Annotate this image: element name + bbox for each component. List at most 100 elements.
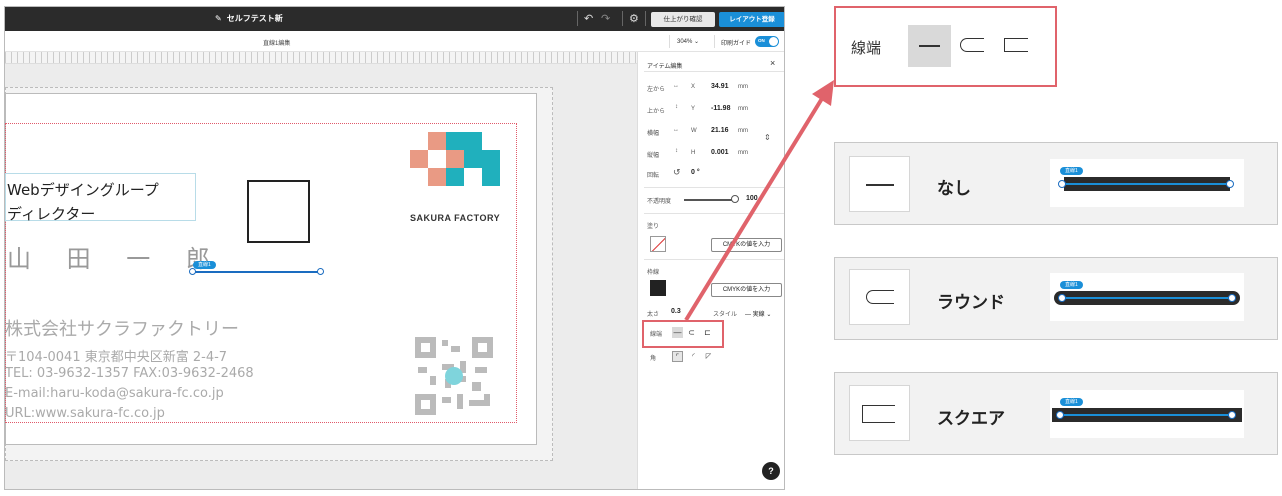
zoom-select[interactable]: 304% ⌄ — [677, 38, 699, 45]
cap-none-button[interactable]: — — [672, 327, 683, 338]
register-layout-button[interactable]: レイアウト登録 — [719, 12, 784, 27]
preview-button[interactable]: 仕上がり確認 — [651, 12, 715, 27]
preview-handle-end — [1228, 294, 1236, 302]
line-cap-label: 線端 — [650, 332, 663, 338]
chevron-down-icon: ⌄ — [766, 312, 772, 318]
preview-line-tag: 直線1 — [1060, 167, 1083, 175]
width-unit: mm — [738, 128, 748, 134]
fill-cmyk-button[interactable]: CMYKの値を入力 — [711, 238, 782, 252]
thickness-label: 太さ — [647, 312, 660, 318]
rotate-icon: ↺ — [673, 167, 681, 177]
opacity-label: 不透明度 — [647, 199, 672, 205]
corner-round-button[interactable]: ◜ — [688, 351, 699, 362]
sakura-factory-logo[interactable] — [410, 132, 500, 196]
gear-icon[interactable]: ⚙ — [629, 12, 639, 25]
option-round-label: ラウンド — [937, 293, 1005, 312]
undo-icon[interactable]: ↶ — [584, 12, 593, 25]
vertical-arrow-icon: ↕ — [675, 148, 678, 154]
link-aspect-icon[interactable]: ⇕ — [764, 133, 771, 142]
card-address[interactable]: 〒104-0041 東京都中央区新富 2-4-7 — [5, 346, 227, 365]
height-unit: mm — [738, 150, 748, 156]
x-unit: mm — [738, 84, 748, 90]
square-cap-icon — [1004, 38, 1028, 52]
line-handle-start[interactable] — [189, 268, 196, 275]
print-guide-toggle[interactable]: ON — [755, 36, 779, 47]
width-axis: W — [691, 128, 697, 134]
sub-bar: 直線1編集 304% ⌄ 印刷ガイド ON — [5, 31, 784, 52]
corner-bevel-button[interactable]: ◸ — [703, 351, 714, 362]
preview-line-path — [1062, 297, 1232, 299]
line-tag: 直線1 — [193, 261, 216, 269]
document-title[interactable]: ✎ セルフテスト新 — [215, 13, 283, 24]
top-bar: ✎ セルフテスト新 ↶ ↷ ⚙ 仕上がり確認 レイアウト登録 — [5, 7, 784, 31]
horizontal-arrow-icon: ↔ — [673, 83, 679, 89]
x-value[interactable]: 34.91 — [711, 83, 729, 90]
round-cap-icon — [960, 38, 984, 52]
corner-label: 角 — [650, 356, 657, 362]
option-none-icon — [849, 156, 910, 212]
chevron-down-icon: ⌄ — [694, 39, 700, 45]
card-tel[interactable]: TEL: 03-9632-1357 FAX:03-9632-2468 — [5, 366, 254, 381]
cap-square-button[interactable]: ⊏ — [702, 327, 713, 338]
panel-title: アイテム編集 — [647, 64, 683, 70]
toggle-knob — [769, 37, 778, 46]
line-handle-end[interactable] — [317, 268, 324, 275]
stroke-cmyk-button[interactable]: CMYKの値を入力 — [711, 283, 782, 297]
height-value[interactable]: 0.001 — [711, 149, 729, 156]
close-icon[interactable]: × — [770, 58, 775, 68]
style-select[interactable]: — 実線 ⌄ — [745, 309, 771, 318]
width-value[interactable]: 21.16 — [711, 127, 729, 134]
callout-cap-none — [908, 25, 951, 67]
y-unit: mm — [738, 106, 748, 112]
option-none-label: なし — [937, 179, 971, 198]
preview-line-tag: 直線1 — [1060, 281, 1083, 289]
divider — [714, 35, 715, 48]
divider — [645, 11, 646, 26]
redo-icon[interactable]: ↷ — [601, 12, 610, 25]
square-shape[interactable] — [247, 180, 310, 243]
qr-code[interactable] — [415, 337, 493, 415]
width-label: 横幅 — [647, 131, 660, 137]
divider — [644, 213, 784, 214]
vertical-arrow-icon: ↕ — [675, 104, 678, 110]
y-axis: Y — [691, 106, 696, 112]
horizontal-ruler — [5, 52, 637, 64]
help-button[interactable]: ? — [762, 462, 780, 480]
height-label: 縦幅 — [647, 153, 660, 159]
flat-cap-icon — [919, 45, 940, 47]
rotation-value[interactable]: 0 ° — [691, 169, 700, 176]
pencil-icon: ✎ — [215, 14, 222, 23]
horizontal-arrow-icon: ↔ — [673, 127, 679, 133]
stroke-label: 枠線 — [647, 270, 660, 276]
option-square-label: スクエア — [937, 409, 1005, 428]
logo-text: SAKURA FACTORY — [410, 213, 501, 223]
stroke-color-swatch[interactable] — [650, 280, 666, 296]
preview-line-tag: 直線1 — [1060, 398, 1083, 406]
opacity-slider-knob[interactable] — [731, 195, 739, 203]
line-object[interactable] — [192, 271, 322, 273]
editing-item-name: 直線1編集 — [263, 41, 291, 47]
card-department[interactable]: Webデザイングループ — [7, 179, 159, 200]
corner-miter-button[interactable]: ⌜ — [672, 351, 683, 362]
card-url[interactable]: URL:www.sakura-fc.co.jp — [5, 406, 165, 421]
y-value[interactable]: -11.98 — [711, 105, 730, 112]
fill-color-swatch[interactable] — [650, 236, 666, 252]
card-email[interactable]: E-mail:haru-koda@sakura-fc.co.jp — [5, 386, 224, 401]
divider — [622, 11, 623, 26]
height-axis: H — [691, 150, 696, 156]
opacity-value[interactable]: 100 — [746, 195, 758, 202]
callout-line-cap-label: 線端 — [851, 40, 882, 57]
fill-label: 塗り — [647, 224, 660, 230]
card-company[interactable]: 株式会社サクラファクトリー — [5, 315, 239, 341]
preview-handle-start — [1058, 294, 1066, 302]
divider — [669, 35, 670, 48]
x-axis: X — [691, 84, 696, 90]
preview-handle-end — [1228, 411, 1236, 419]
cap-round-button[interactable]: ⊂ — [686, 327, 697, 338]
card-role[interactable]: ディレクター — [7, 203, 95, 224]
opacity-slider[interactable] — [684, 199, 736, 201]
preview-line-path — [1060, 414, 1232, 416]
divider — [577, 11, 578, 26]
thickness-value[interactable]: 0.3 — [671, 308, 681, 315]
option-round-icon — [849, 269, 910, 325]
